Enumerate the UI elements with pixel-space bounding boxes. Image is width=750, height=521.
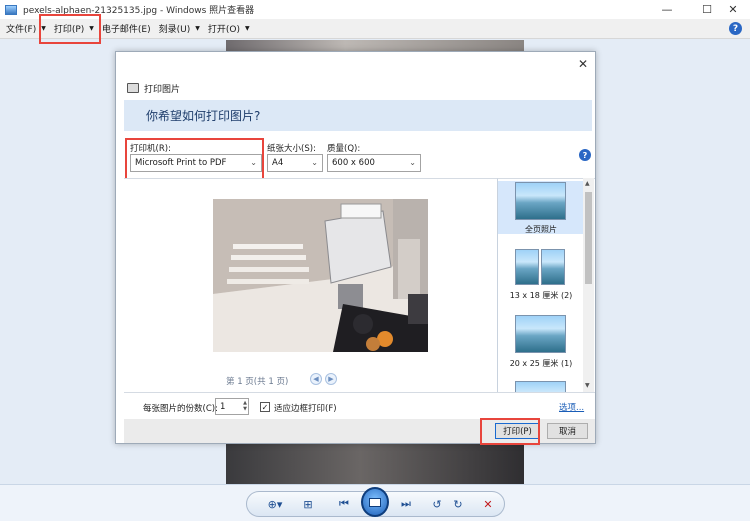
dialog-close-button[interactable]: ✕ bbox=[578, 57, 588, 71]
printer-value: Microsoft Print to PDF bbox=[135, 158, 227, 168]
layout-panel: 全页照片 13 x 18 厘米 (2) 20 x 25 厘米 (1) bbox=[497, 178, 595, 392]
paper-size-label: 纸张大小(S): bbox=[267, 144, 316, 154]
layout-thumbnail bbox=[515, 381, 566, 392]
menu-print-label: 打印(P) bbox=[53, 25, 85, 35]
menu-open[interactable]: 打开(O) ▼ bbox=[204, 19, 254, 39]
paper-size-select[interactable]: A4 ⌄ bbox=[267, 154, 323, 172]
next-page-button[interactable]: ▶ bbox=[325, 373, 337, 385]
scroll-down-icon[interactable]: ▼ bbox=[585, 382, 590, 389]
layout-scrollbar[interactable]: ▲ ▼ bbox=[583, 178, 594, 392]
menu-burn-label: 刻录(U) bbox=[158, 25, 191, 35]
dialog-question: 你希望如何打印图片? bbox=[146, 109, 261, 123]
window-title: pexels-alphaen-21325135.jpg - Windows 照片… bbox=[23, 6, 255, 16]
quality-select[interactable]: 600 x 600 ⌄ bbox=[327, 154, 421, 172]
app-icon bbox=[5, 4, 17, 15]
menu-burn[interactable]: 刻录(U) ▼ bbox=[155, 19, 204, 39]
quality-label: 质量(Q): bbox=[327, 144, 361, 154]
fit-window-icon[interactable]: ⊞ bbox=[300, 496, 316, 512]
preview-photo-art bbox=[213, 199, 428, 352]
layout-item[interactable] bbox=[498, 379, 584, 392]
rotate-left-icon[interactable]: ↺ bbox=[430, 496, 444, 512]
printer-select[interactable]: Microsoft Print to PDF ⌄ bbox=[130, 154, 262, 172]
chevron-down-icon: ▼ bbox=[89, 25, 94, 32]
chevron-down-icon: ▼ bbox=[195, 25, 200, 32]
slideshow-icon[interactable] bbox=[361, 487, 389, 517]
layout-item[interactable]: 20 x 25 厘米 (1) bbox=[498, 312, 584, 370]
layout-thumbnail bbox=[515, 315, 566, 353]
quality-value: 600 x 600 bbox=[332, 158, 375, 168]
delete-icon[interactable]: ✕ bbox=[480, 496, 496, 512]
minimize-button[interactable]: — bbox=[650, 0, 684, 19]
chevron-down-icon: ⌄ bbox=[250, 158, 257, 167]
menu-email-label: 电子邮件(E) bbox=[101, 25, 151, 35]
menu-file[interactable]: 文件(F) ▼ bbox=[2, 19, 50, 39]
previous-icon[interactable]: ⏮ bbox=[335, 496, 353, 512]
layout-thumbnail bbox=[515, 182, 566, 220]
printer-icon bbox=[127, 83, 139, 93]
layout-item[interactable]: 13 x 18 厘米 (2) bbox=[498, 245, 584, 303]
printer-label: 打印机(R): bbox=[130, 144, 171, 154]
zoom-icon[interactable]: ⊕▾ bbox=[264, 496, 286, 512]
prev-page-button[interactable]: ◀ bbox=[310, 373, 322, 385]
copies-input[interactable]: 1 ▲ ▼ bbox=[215, 398, 249, 415]
title-bar: pexels-alphaen-21325135.jpg - Windows 照片… bbox=[0, 0, 750, 19]
menu-open-label: 打开(O) bbox=[207, 25, 240, 35]
options-link[interactable]: 选项... bbox=[559, 401, 584, 413]
page-info: 第 1 页(共 1 页) bbox=[226, 377, 289, 387]
slideshow-screen bbox=[369, 497, 381, 507]
chevron-down-icon: ▼ bbox=[41, 25, 46, 32]
chevron-down-icon: ⌄ bbox=[311, 158, 318, 167]
menu-print[interactable]: 打印(P) ▼ bbox=[50, 19, 98, 39]
close-window-button[interactable]: ✕ bbox=[716, 0, 750, 19]
background-photo-bottom bbox=[226, 444, 524, 484]
cancel-button[interactable]: 取消 bbox=[547, 423, 588, 439]
copies-value: 1 bbox=[220, 401, 226, 412]
scroll-up-icon[interactable]: ▲ bbox=[585, 180, 590, 187]
print-dialog: ✕ 打印图片 你希望如何打印图片? 打印机(R): Microsoft Prin… bbox=[115, 51, 596, 445]
help-icon[interactable]: ? bbox=[729, 22, 742, 35]
menu-email[interactable]: 电子邮件(E) bbox=[98, 19, 155, 39]
question-band: 你希望如何打印图片? bbox=[124, 100, 592, 131]
print-preview: 第 1 页(共 1 页) ◀ ▶ bbox=[124, 178, 497, 392]
dialog-help-icon[interactable]: ? bbox=[579, 149, 591, 161]
spinner-icon[interactable]: ▲ ▼ bbox=[243, 400, 247, 412]
scroll-thumb[interactable] bbox=[585, 192, 592, 284]
chevron-down-icon: ▼ bbox=[244, 25, 250, 32]
layout-label: 20 x 25 厘米 (1) bbox=[509, 359, 573, 368]
layout-label: 全页照片 bbox=[525, 225, 557, 234]
copies-label: 每张图片的份数(C): bbox=[143, 404, 218, 414]
options-strip: 每张图片的份数(C): 1 ▲ ▼ ✓ 适应边框打印(F) 选项... bbox=[124, 392, 595, 419]
fit-frame-label: 适应边框打印(F) bbox=[274, 404, 337, 414]
dialog-header: 打印图片 bbox=[116, 76, 595, 100]
rotate-right-icon[interactable]: ↻ bbox=[451, 496, 465, 512]
menu-bar: 文件(F) ▼ 打印(P) ▼ 电子邮件(E) 刻录(U) ▼ 打开(O) ▼ … bbox=[0, 19, 750, 39]
layout-item[interactable]: 全页照片 bbox=[498, 181, 584, 234]
print-button[interactable]: 打印(P) bbox=[495, 423, 540, 439]
next-icon[interactable]: ⏭ bbox=[397, 496, 415, 512]
preview-image bbox=[213, 199, 428, 352]
menu-file-label: 文件(F) bbox=[6, 25, 37, 35]
fit-frame-checkbox[interactable]: ✓ bbox=[260, 402, 270, 412]
chevron-down-icon: ⌄ bbox=[409, 158, 416, 167]
layout-label: 13 x 18 厘米 (2) bbox=[509, 291, 573, 300]
dialog-button-row: 打印(P) 取消 bbox=[124, 419, 595, 443]
dialog-title: 打印图片 bbox=[144, 84, 181, 95]
layout-thumbnail bbox=[541, 249, 565, 285]
paper-size-value: A4 bbox=[272, 158, 284, 168]
layout-thumbnail bbox=[515, 249, 539, 285]
